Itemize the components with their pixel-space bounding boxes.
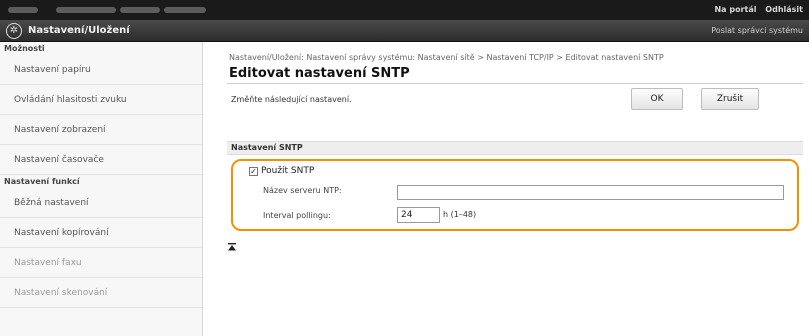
- title-divider: [227, 83, 803, 84]
- sidebar-section-options: Možnosti: [4, 44, 45, 53]
- main-content: Nastavení/Uložení: Nastavení správy syst…: [203, 42, 809, 336]
- send-to-admin-link[interactable]: Poslat správci systému: [711, 26, 803, 35]
- device-name-blurred: [120, 7, 160, 13]
- cancel-button[interactable]: Zrušit: [701, 88, 759, 110]
- sidebar-item-scan-settings[interactable]: Nastavení skenování: [0, 278, 202, 308]
- sidebar-item-common-settings[interactable]: Běžná nastavení: [0, 188, 202, 218]
- sidebar-item-copy-settings[interactable]: Nastavení kopírování: [0, 218, 202, 248]
- settings-gear-icon: ✲: [6, 23, 22, 39]
- sidebar-section-function-settings: Nastavení funkcí: [4, 177, 80, 186]
- sidebar-item-fax-settings[interactable]: Nastavení faxu: [0, 248, 202, 278]
- breadcrumb: Nastavení/Uložení: Nastavení správy syst…: [229, 53, 664, 62]
- ok-button[interactable]: OK: [631, 88, 683, 110]
- sidebar-item-timer-settings[interactable]: Nastavení časovače: [0, 145, 202, 175]
- sidebar: Možnosti Nastavení papíru Ovládání hlasi…: [0, 42, 203, 336]
- portal-link[interactable]: Na portál: [714, 5, 756, 14]
- app-title: Nastavení/Uložení: [28, 25, 130, 36]
- highlight-frame: [231, 159, 799, 231]
- top-bar: Na portál Odhlásit: [0, 0, 809, 20]
- device-name-blurred: [56, 7, 116, 13]
- sidebar-item-display-settings[interactable]: Nastavení zobrazení: [0, 115, 202, 145]
- page-title: Editovat nastavení SNTP: [229, 66, 410, 81]
- sidebar-item-paper-settings[interactable]: Nastavení papíru: [0, 55, 202, 85]
- back-to-top-icon[interactable]: [227, 242, 237, 252]
- app-header: ✲ Nastavení/Uložení Poslat správci systé…: [0, 20, 809, 42]
- logout-link[interactable]: Odhlásit: [765, 5, 803, 14]
- device-name-blurred: [8, 7, 38, 13]
- sidebar-item-volume-control[interactable]: Ovládání hlasitosti zvuku: [0, 85, 202, 115]
- device-name-blurred: [164, 7, 206, 13]
- instruction-text: Změňte následující nastavení.: [231, 95, 352, 104]
- section-heading-sntp: Nastavení SNTP: [227, 141, 803, 155]
